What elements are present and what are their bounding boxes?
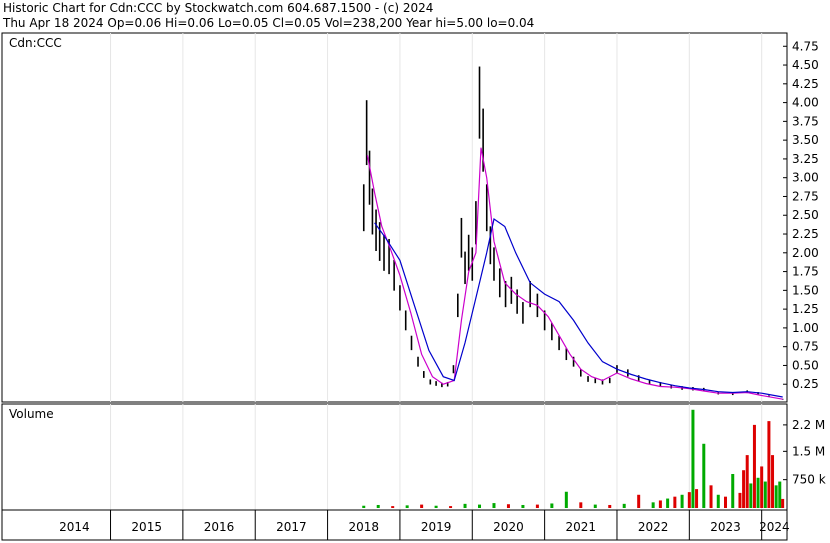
volume-bar	[637, 494, 641, 508]
volume-bar	[579, 502, 583, 508]
year-tick-label: 2024	[759, 520, 790, 534]
volume-bar	[449, 506, 453, 508]
year-tick-label: 2014	[59, 520, 90, 534]
volume-bar	[391, 506, 395, 508]
volume-bar	[771, 455, 775, 508]
volume-bar	[550, 503, 554, 508]
volume-bar	[420, 504, 424, 508]
year-tick-label: 2016	[204, 520, 235, 534]
volume-bar	[763, 481, 767, 508]
volume-bar	[756, 477, 760, 508]
year-axis-frame	[1, 509, 788, 541]
price-tick-label: 2.25	[792, 227, 819, 241]
price-tick-label: 0.25	[792, 377, 819, 391]
volume-bar	[752, 424, 756, 508]
price-tick-label: 3.00	[792, 171, 819, 185]
volume-bar	[434, 505, 438, 508]
year-tick-label: 2022	[638, 520, 669, 534]
year-tick-label: 2017	[276, 520, 307, 534]
volume-bar	[405, 505, 409, 508]
volume-bar	[691, 409, 695, 508]
price-tick-label: 1.00	[792, 321, 819, 335]
year-tick-label: 2021	[566, 520, 597, 534]
price-tick-label: 1.75	[792, 265, 819, 279]
volume-bar	[781, 498, 785, 508]
year-tick-label: 2023	[710, 520, 741, 534]
volume-bar	[622, 503, 626, 508]
volume-bar	[478, 504, 482, 508]
volume-bar	[463, 503, 467, 508]
volume-panel-frame	[1, 403, 788, 511]
volume-bar	[749, 483, 753, 508]
price-tick-label: 4.75	[792, 39, 819, 53]
volume-bar	[593, 504, 597, 508]
price-tick-label: 0.75	[792, 340, 819, 354]
stock-chart: 4.75 4.50 4.25 4.00 3.75 3.50 3.25 3.00 2.75 2.50…	[1, 32, 826, 541]
year-tick-label: 2020	[493, 520, 524, 534]
year-tick-label: 2015	[131, 520, 162, 534]
year-tick-label: 2019	[421, 520, 452, 534]
price-tick-label: 2.50	[792, 208, 819, 222]
price-tick-label: 3.75	[792, 114, 819, 128]
volume-bar	[774, 485, 778, 508]
volume-bar	[702, 443, 706, 508]
price-tick-label: 4.50	[792, 58, 819, 72]
volume-bar	[767, 421, 771, 508]
volume-bar	[673, 496, 677, 508]
volume-bar	[724, 496, 728, 508]
volume-bar	[666, 498, 670, 508]
volume-bar	[492, 503, 496, 508]
volume-bar	[695, 489, 699, 508]
price-panel-frame	[1, 32, 788, 403]
volume-tick-label: 1.5 M	[792, 444, 825, 458]
price-tick-label: 0.50	[792, 358, 819, 372]
volume-bar	[742, 470, 746, 508]
volume-tick-label: 2.2 M	[792, 418, 825, 432]
volume-bar	[535, 504, 539, 508]
volume-bar	[608, 504, 612, 508]
volume-bar	[651, 502, 655, 508]
volume-bar	[376, 504, 380, 508]
volume-panel-label: Volume	[9, 407, 54, 421]
volume-bar	[521, 504, 525, 508]
volume-bar	[738, 492, 742, 508]
symbol-label: Cdn:CCC	[9, 36, 62, 50]
volume-bar	[564, 491, 568, 508]
volume-bar	[506, 504, 510, 508]
price-tick-label: 2.75	[792, 189, 819, 203]
volume-y-axis: 2.2 M 1.5 M 750 k	[783, 418, 826, 487]
volume-bar	[680, 494, 684, 508]
volume-bar	[716, 494, 720, 508]
volume-tick-label: 750 k	[792, 473, 826, 487]
volume-bar	[760, 466, 764, 508]
volume-bar	[731, 474, 735, 508]
volume-bar	[709, 485, 713, 508]
price-tick-label: 3.25	[792, 152, 819, 166]
volume-bar	[362, 505, 366, 508]
year-tick-label: 2018	[348, 520, 379, 534]
price-tick-label: 4.25	[792, 77, 819, 91]
volume-bar	[658, 500, 662, 508]
price-tick-label: 1.25	[792, 302, 819, 316]
price-tick-label: 3.50	[792, 133, 819, 147]
volume-bar	[745, 455, 749, 508]
price-tick-label: 4.00	[792, 96, 819, 110]
price-tick-label: 2.00	[792, 246, 819, 260]
volume-bar	[687, 492, 691, 508]
price-y-axis: 4.75 4.50 4.25 4.00 3.75 3.50 3.25 3.00 2.75 2.50…	[783, 39, 819, 391]
price-tick-label: 1.50	[792, 283, 819, 297]
volume-bar	[778, 481, 782, 508]
